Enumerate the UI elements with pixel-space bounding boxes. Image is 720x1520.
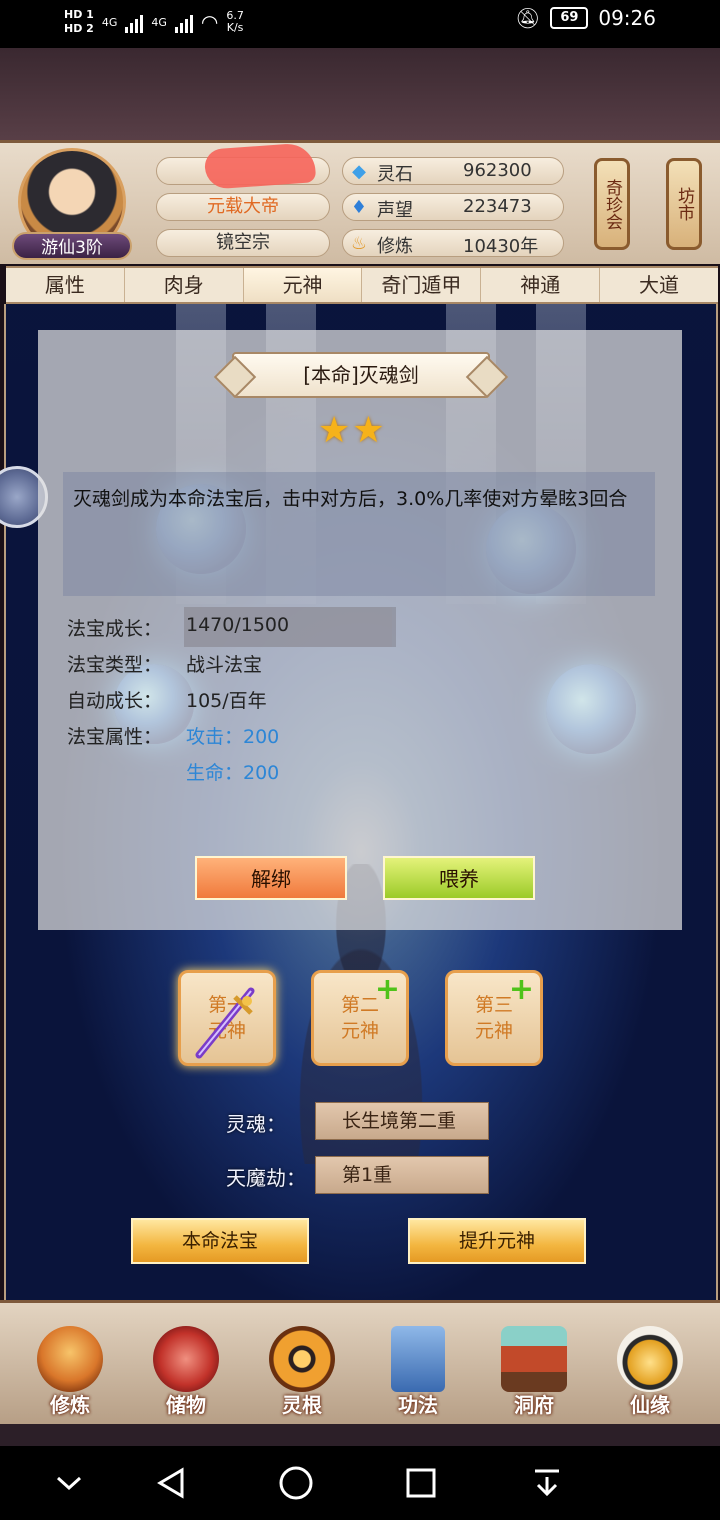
notification-pull-icon[interactable]: [522, 1460, 572, 1506]
resource-value: 962300: [463, 160, 532, 181]
first-soul-slot[interactable]: 第一 元神: [178, 970, 276, 1066]
resource-label: 声望: [377, 200, 413, 221]
back-icon[interactable]: [146, 1460, 196, 1506]
auto-growth-label: 自动成长：: [67, 690, 163, 712]
soul-realm-label: 灵魂：: [226, 1112, 286, 1136]
artifact-star-rating: ★★: [318, 410, 387, 451]
nav-label: 洞府: [514, 1393, 554, 1417]
tab-soul[interactable]: 元神: [243, 268, 363, 302]
upgrade-soul-button[interactable]: 提升元神: [408, 1218, 586, 1264]
nav-label: 功法: [398, 1393, 438, 1417]
net-speed-unit: K/s: [226, 21, 244, 34]
cultivate-icon: [37, 1326, 103, 1392]
slot-label-line2: 元神: [474, 1020, 513, 1042]
attr-hp-value: 生命：200: [186, 762, 280, 784]
soul-realm-value: 长生境第二重: [315, 1102, 489, 1140]
recents-icon[interactable]: [396, 1460, 446, 1506]
hd2-label: HD 2: [64, 22, 94, 35]
player-title: 元载大帝: [156, 193, 330, 221]
growth-value: 1470/1500: [186, 614, 290, 636]
player-sect: 镜空宗: [156, 229, 330, 257]
reputation-icon: ♦: [350, 196, 368, 218]
nav-cultivate[interactable]: 修炼: [22, 1326, 118, 1420]
net-speed: 6.7 K/s: [226, 10, 244, 34]
mute-bell-icon: 🔕︎: [514, 6, 541, 30]
home-icon[interactable]: [271, 1460, 321, 1506]
resource-cultivation: ♨ 修炼 10430年: [342, 229, 564, 257]
spirit-stone-icon: ◆: [352, 160, 366, 182]
nav-label: 仙缘: [630, 1393, 670, 1417]
add-plus-icon: +: [508, 972, 534, 1007]
tab-abilities[interactable]: 神通: [481, 268, 601, 302]
nav-cave-mansion[interactable]: 洞府: [486, 1326, 582, 1420]
treasure-hall-label: 奇珍会: [602, 178, 622, 230]
network-type-2: 4G: [151, 15, 167, 29]
scripture-icon: [391, 1326, 445, 1392]
clock: 09:26: [598, 6, 656, 30]
growth-label: 法宝成长：: [67, 618, 163, 640]
add-plus-icon: +: [374, 972, 400, 1007]
type-value: 战斗法宝: [186, 654, 263, 676]
sword-icon: [195, 987, 255, 1059]
storage-bag-icon: [153, 1326, 219, 1392]
market-button[interactable]: 坊市: [666, 158, 702, 250]
signal-icon-2: [174, 11, 193, 33]
auto-growth-value: 105/百年: [186, 690, 267, 712]
nav-spirit-root[interactable]: 灵根: [254, 1326, 350, 1420]
immortal-fate-icon: [617, 1326, 683, 1392]
nav-label: 储物: [166, 1393, 206, 1417]
cultivation-icon: ♨: [350, 232, 368, 254]
collapse-chevron-icon[interactable]: [44, 1460, 94, 1506]
resource-reputation: ♦ 声望 223473: [342, 193, 564, 221]
attr-attack-value: 攻击：200: [186, 726, 280, 748]
type-label: 法宝类型：: [67, 654, 163, 676]
signal-icon: [125, 11, 144, 33]
cave-mansion-icon: [501, 1326, 567, 1392]
hd-indicator: HD 1 HD 2: [64, 8, 94, 36]
artifact-description: 灭魂剑成为本命法宝后，击中对方后，3.0%几率使对方晕眩3回合: [63, 472, 655, 596]
resource-label: 修炼: [377, 236, 413, 257]
network-type-1: 4G: [101, 15, 118, 29]
third-soul-slot[interactable]: + 第三 元神: [445, 970, 543, 1066]
second-soul-slot[interactable]: + 第二 元神: [311, 970, 409, 1066]
system-navigation-bar: [0, 1446, 720, 1520]
attr-label: 法宝属性：: [67, 726, 163, 748]
status-bar: HD 1 HD 2 4G 4G ◠ 6.7 K/s 🔕︎ 69 09:26: [0, 0, 720, 48]
market-label: 坊市: [674, 187, 694, 221]
main-tabs: 属性 肉身 元神 奇门遁甲 神通 大道: [6, 266, 718, 304]
feed-button[interactable]: 喂养: [383, 856, 535, 900]
nav-storage[interactable]: 储物: [138, 1326, 234, 1420]
tribulation-value: 第1重: [315, 1156, 489, 1194]
battery-icon: 69: [550, 7, 589, 29]
wifi-icon: ◠: [200, 10, 219, 34]
nav-scripture[interactable]: 功法: [370, 1326, 466, 1420]
top-decor-band: [0, 48, 720, 146]
resource-spirit-stone: ◆ 灵石 962300: [342, 157, 564, 185]
resource-value: 223473: [463, 196, 532, 217]
nav-immortal-fate[interactable]: 仙缘: [602, 1326, 698, 1420]
spirit-root-icon: [269, 1326, 335, 1392]
tab-dao[interactable]: 大道: [600, 268, 718, 302]
tribulation-label: 天魔劫：: [226, 1166, 306, 1190]
treasure-hall-button[interactable]: 奇珍会: [594, 158, 630, 250]
nav-bottom-strip: [0, 1424, 720, 1446]
natal-treasure-button[interactable]: 本命法宝: [131, 1218, 309, 1264]
resource-value: 10430年: [463, 236, 539, 257]
rank-badge: 游仙3阶: [12, 232, 132, 260]
tab-body[interactable]: 肉身: [125, 268, 244, 302]
tab-qimen[interactable]: 奇门遁甲: [362, 268, 482, 302]
unbind-button[interactable]: 解绑: [195, 856, 347, 900]
hd1-label: HD 1: [64, 8, 94, 21]
nav-label: 修炼: [50, 1393, 90, 1417]
redacted-name-overlay: [203, 142, 317, 190]
tab-attributes[interactable]: 属性: [6, 268, 125, 302]
slot-label-line2: 元神: [340, 1020, 379, 1042]
nav-label: 灵根: [282, 1393, 322, 1417]
resource-label: 灵石: [377, 164, 413, 185]
artifact-name: [本命]灭魂剑: [232, 352, 490, 398]
